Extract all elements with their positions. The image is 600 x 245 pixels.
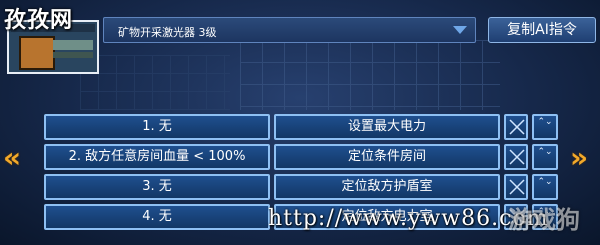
copy-ai-command-button[interactable]: 复制AI指令	[488, 17, 596, 43]
thumb-laser-body	[19, 36, 55, 70]
watermark-url: http://www.yww86.com	[268, 206, 549, 231]
rule-row: 3. 无 定位敌方护盾室 ⌃⌄	[44, 174, 558, 200]
reorder-updown-icon[interactable]: ⌃⌄	[532, 114, 558, 140]
close-icon	[509, 119, 525, 135]
reorder-updown-icon[interactable]: ⌃⌄	[532, 144, 558, 170]
rule-action[interactable]: 定位条件房间	[274, 144, 500, 170]
module-select-value: 矿物开采激光器 3级	[118, 26, 217, 39]
module-select[interactable]: 矿物开采激光器 3级	[103, 17, 476, 43]
ship-grid-background	[240, 40, 500, 110]
prev-arrow-icon[interactable]: «	[3, 141, 21, 174]
delete-rule-button[interactable]	[504, 114, 528, 140]
close-icon	[509, 179, 525, 195]
close-icon	[509, 149, 525, 165]
delete-rule-button[interactable]	[504, 174, 528, 200]
delete-rule-button[interactable]	[504, 144, 528, 170]
rule-condition[interactable]: 1. 无	[44, 114, 270, 140]
rule-action[interactable]: 定位敌方护盾室	[274, 174, 500, 200]
rule-condition[interactable]: 3. 无	[44, 174, 270, 200]
watermark-logo: 游戏狗	[508, 206, 580, 234]
rule-row: 2. 敌方任意房间血量 < 100% 定位条件房间 ⌃⌄	[44, 144, 558, 170]
rule-action[interactable]: 设置最大电力	[274, 114, 500, 140]
ship-grid-background-2	[80, 55, 230, 110]
watermark-site-name: 孜孜网	[4, 7, 74, 33]
thumb-laser-barrel	[53, 40, 93, 50]
rule-condition[interactable]: 4. 无	[44, 204, 270, 230]
next-arrow-icon[interactable]: »	[570, 141, 588, 174]
rule-condition[interactable]: 2. 敌方任意房间血量 < 100%	[44, 144, 270, 170]
reorder-updown-icon[interactable]: ⌃⌄	[532, 174, 558, 200]
thumb-laser-base	[53, 52, 93, 58]
caret-down-icon[interactable]	[453, 26, 467, 34]
rule-row: 1. 无 设置最大电力 ⌃⌄	[44, 114, 558, 140]
